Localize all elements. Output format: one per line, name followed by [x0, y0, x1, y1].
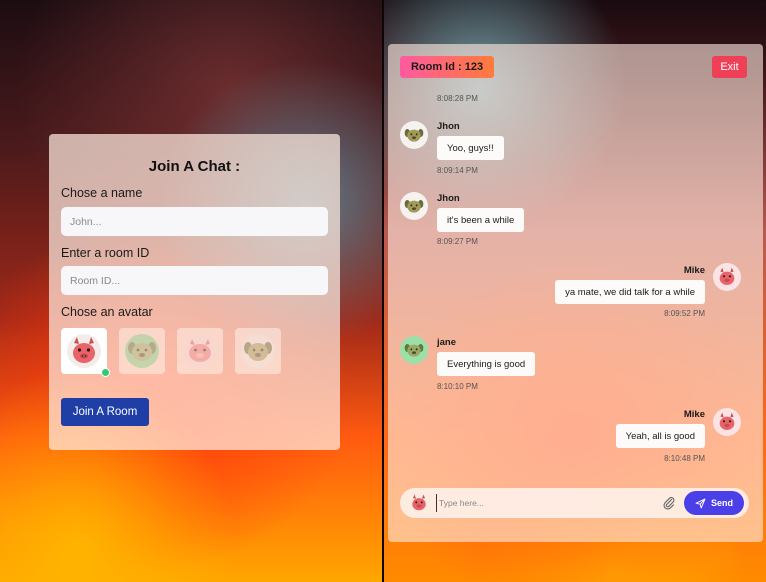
pink-devil-avatar-icon [67, 334, 101, 368]
paper-plane-icon [695, 498, 706, 508]
paperclip-icon[interactable] [662, 496, 676, 510]
send-button-label: Send [710, 498, 733, 508]
message-sender: jane [437, 337, 457, 348]
green-dog-avatar-icon [125, 334, 159, 368]
chat-card: Room Id : 123 Exit 8:08:28 PM Jhon Yoo, … [388, 44, 763, 542]
olive-dog-avatar-icon [404, 129, 424, 142]
message-bubble: ya mate, we did talk for a while [555, 280, 705, 304]
message-time: 8:09:52 PM [664, 309, 705, 318]
message-bubble: Everything is good [437, 352, 536, 376]
green-dog-avatar-icon [404, 344, 424, 357]
name-input[interactable] [61, 207, 328, 236]
join-room-button[interactable]: Join A Room [61, 398, 149, 426]
send-button[interactable]: Send [684, 491, 744, 515]
room-id-badge: Room Id : 123 [400, 56, 494, 78]
avatar-label: Chose an avatar [61, 305, 153, 319]
message-sender: Jhon [437, 121, 460, 132]
pink-devil-avatar-icon [412, 494, 426, 511]
message-bubble: it's been a while [437, 208, 525, 232]
chat-panel: Room Id : 123 Exit 8:08:28 PM Jhon Yoo, … [384, 0, 766, 582]
message-input[interactable] [436, 494, 656, 512]
olive-dog-avatar-icon [404, 200, 424, 213]
join-title: Join A Chat : [148, 158, 241, 175]
avatar-option-green-dog[interactable] [119, 328, 165, 374]
selected-indicator-dot [101, 368, 110, 377]
message-bubble: Yoo, guys!! [437, 136, 504, 160]
avatar-option-olive-dog[interactable] [235, 328, 281, 374]
avatar [400, 121, 428, 149]
olive-dog-avatar-icon [241, 334, 275, 368]
message-time: 8:10:48 PM [664, 454, 705, 463]
message-time: 8:09:27 PM [437, 237, 478, 246]
avatar-option-pink-devil[interactable] [61, 328, 110, 377]
name-label: Chose a name [61, 186, 143, 200]
message-sender: Mike [683, 265, 705, 276]
room-id-label: Enter a room ID [61, 246, 150, 260]
pink-pig-avatar-icon [183, 334, 217, 368]
avatar [407, 491, 431, 515]
message-composer: Send [400, 488, 749, 518]
message-sender: Jhon [437, 193, 460, 204]
message-time: 8:09:14 PM [437, 166, 478, 175]
message-bubble: Yeah, all is good [615, 424, 705, 448]
pink-devil-avatar-icon [719, 267, 735, 285]
join-card: Join A Chat : Chose a name Enter a room … [49, 134, 340, 450]
avatar-option-pink-pig[interactable] [177, 328, 223, 374]
pink-devil-avatar-icon [719, 412, 735, 430]
avatar [400, 192, 428, 220]
avatar-picker [61, 328, 281, 377]
avatar [400, 336, 428, 364]
message-time: 8:10:10 PM [437, 382, 478, 391]
exit-button[interactable]: Exit [712, 56, 747, 78]
message-time: 8:08:28 PM [437, 94, 478, 103]
message-sender: Mike [683, 409, 705, 420]
room-id-input[interactable] [61, 266, 328, 295]
avatar [713, 263, 741, 291]
avatar [713, 408, 741, 436]
join-panel: Join A Chat : Chose a name Enter a room … [0, 0, 382, 582]
